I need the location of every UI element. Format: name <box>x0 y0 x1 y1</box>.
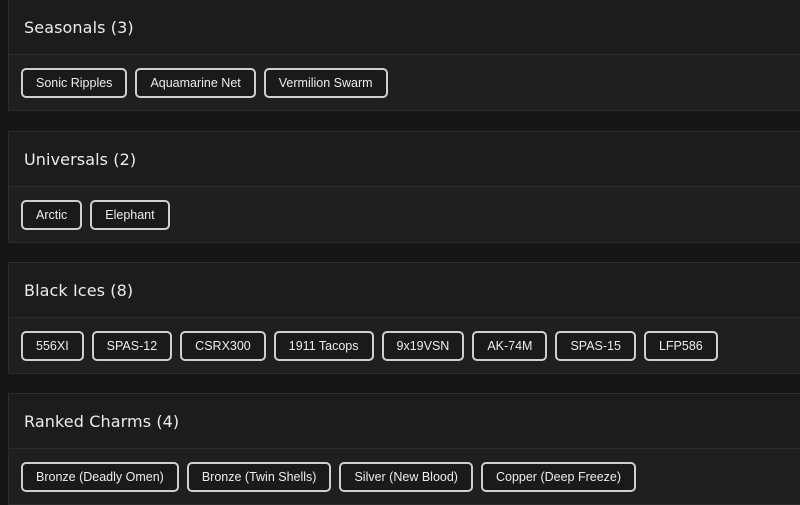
section-header: Seasonals (3) <box>9 0 800 55</box>
section-title: Universals (2) <box>24 149 137 169</box>
tag-button[interactable]: Bronze (Twin Shells) <box>186 461 332 492</box>
tag-button[interactable]: Silver (New Blood) <box>339 461 473 492</box>
tag-button[interactable]: SPAS-15 <box>555 330 636 361</box>
tag-button[interactable]: SPAS-12 <box>91 330 173 361</box>
tag-list: Bronze (Deadly Omen) Bronze (Twin Shells… <box>9 449 800 504</box>
section-title: Seasonals (3) <box>24 17 134 37</box>
tag-button[interactable]: LFP586 <box>643 330 718 361</box>
tag-button[interactable]: Elephant <box>90 199 170 230</box>
tag-list: 556XI SPAS-12 CSRX300 1911 Tacops 9x19VS… <box>9 318 800 373</box>
tag-button[interactable]: 9x19VSN <box>381 330 465 361</box>
tag-list: Sonic Ripples Aquamarine Net Vermilion S… <box>9 55 800 110</box>
section-black-ices: Black Ices (8) 556XI SPAS-12 CSRX300 191… <box>8 262 800 374</box>
tag-button[interactable]: CSRX300 <box>180 330 266 361</box>
tag-button[interactable]: Aquamarine Net <box>135 67 256 98</box>
tag-button[interactable]: Vermilion Swarm <box>263 67 388 98</box>
tag-button[interactable]: 1911 Tacops <box>273 330 374 361</box>
tag-button[interactable]: 556XI <box>21 330 84 361</box>
tag-list: Arctic Elephant <box>9 187 800 242</box>
tag-button[interactable]: Copper (Deep Freeze) <box>480 461 637 492</box>
section-seasonals: Seasonals (3) Sonic Ripples Aquamarine N… <box>8 0 800 111</box>
tag-button[interactable]: Bronze (Deadly Omen) <box>21 461 179 492</box>
section-universals: Universals (2) Arctic Elephant <box>8 131 800 243</box>
section-title: Ranked Charms (4) <box>24 411 180 431</box>
tag-button[interactable]: Arctic <box>21 199 83 230</box>
section-ranked-charms: Ranked Charms (4) Bronze (Deadly Omen) B… <box>8 393 800 505</box>
tag-button[interactable]: Sonic Ripples <box>21 67 128 98</box>
section-header: Black Ices (8) <box>9 263 800 318</box>
section-header: Universals (2) <box>9 132 800 187</box>
section-title: Black Ices (8) <box>24 280 134 300</box>
tag-button[interactable]: AK-74M <box>472 330 548 361</box>
section-header: Ranked Charms (4) <box>9 394 800 449</box>
